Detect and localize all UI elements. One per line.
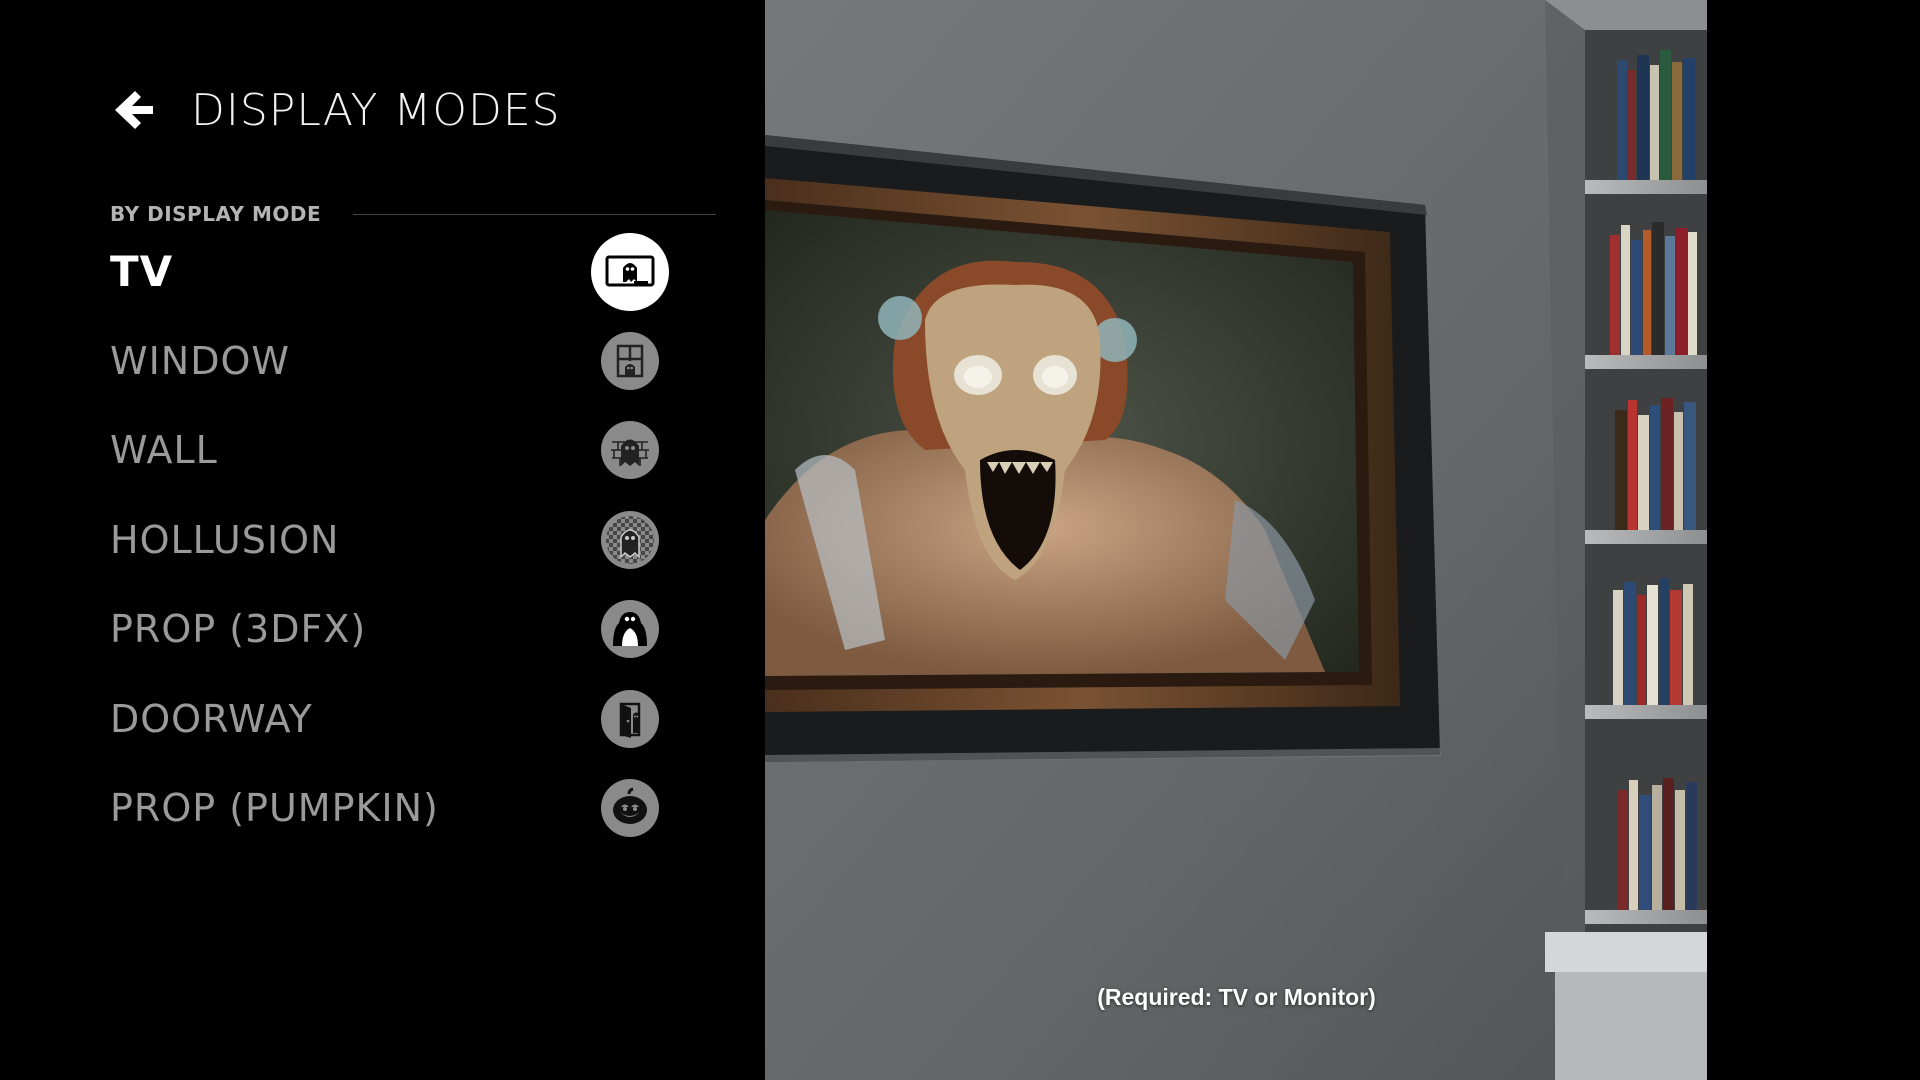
mode-label: TV	[110, 247, 174, 297]
preview-caption: (Required: TV or Monitor)	[1097, 984, 1376, 1010]
ghost-prop-icon	[601, 600, 659, 659]
mode-label: WINDOW	[110, 339, 290, 384]
mode-label: DOORWAY	[110, 696, 313, 741]
mode-item-doorway[interactable]: DOORWAY	[110, 674, 670, 763]
mode-item-prop-3dfx[interactable]: PROP (3DFX)	[110, 585, 670, 674]
section-label: BY DISPLAY MODE	[110, 202, 322, 226]
app-root: DISPLAY MODES BY DISPLAY MODE TV WINDOW …	[0, 0, 1920, 1080]
section-divider	[353, 213, 716, 215]
mode-item-hollusion[interactable]: HOLLUSION	[110, 495, 670, 584]
header: DISPLAY MODES	[110, 80, 561, 140]
hollusion-ghost-icon	[601, 510, 659, 569]
back-button[interactable]	[110, 86, 158, 134]
mode-label: WALL	[110, 428, 218, 473]
mode-label: PROP (3DFX)	[110, 607, 367, 652]
mode-item-wall[interactable]: WALL	[110, 406, 670, 495]
page-title: DISPLAY MODES	[191, 84, 561, 136]
mode-list: TV WINDOW WALL HOLLUSION PROP (3DFX) DOO…	[110, 227, 670, 853]
mode-preview-image: (Required: TV or Monitor)	[765, 0, 1707, 1080]
preview-scene	[765, 0, 1707, 1080]
mode-item-prop-pumpkin[interactable]: PROP (PUMPKIN)	[110, 763, 670, 852]
window-ghost-icon	[601, 332, 659, 391]
tv-ghost-icon	[591, 232, 669, 311]
doorway-ghost-icon	[601, 689, 659, 748]
pumpkin-icon	[601, 779, 659, 838]
brick-wall-ghost-icon	[601, 421, 659, 480]
display-modes-panel: DISPLAY MODES BY DISPLAY MODE TV WINDOW …	[0, 0, 765, 1080]
mode-label: HOLLUSION	[110, 517, 340, 562]
mode-label: PROP (PUMPKIN)	[110, 786, 439, 831]
right-letterbox	[1707, 0, 1920, 1080]
mode-item-window[interactable]: WINDOW	[110, 316, 670, 405]
mode-item-tv[interactable]: TV	[110, 227, 670, 316]
section-header: BY DISPLAY MODE	[110, 198, 716, 230]
arrow-left-icon	[115, 91, 153, 129]
